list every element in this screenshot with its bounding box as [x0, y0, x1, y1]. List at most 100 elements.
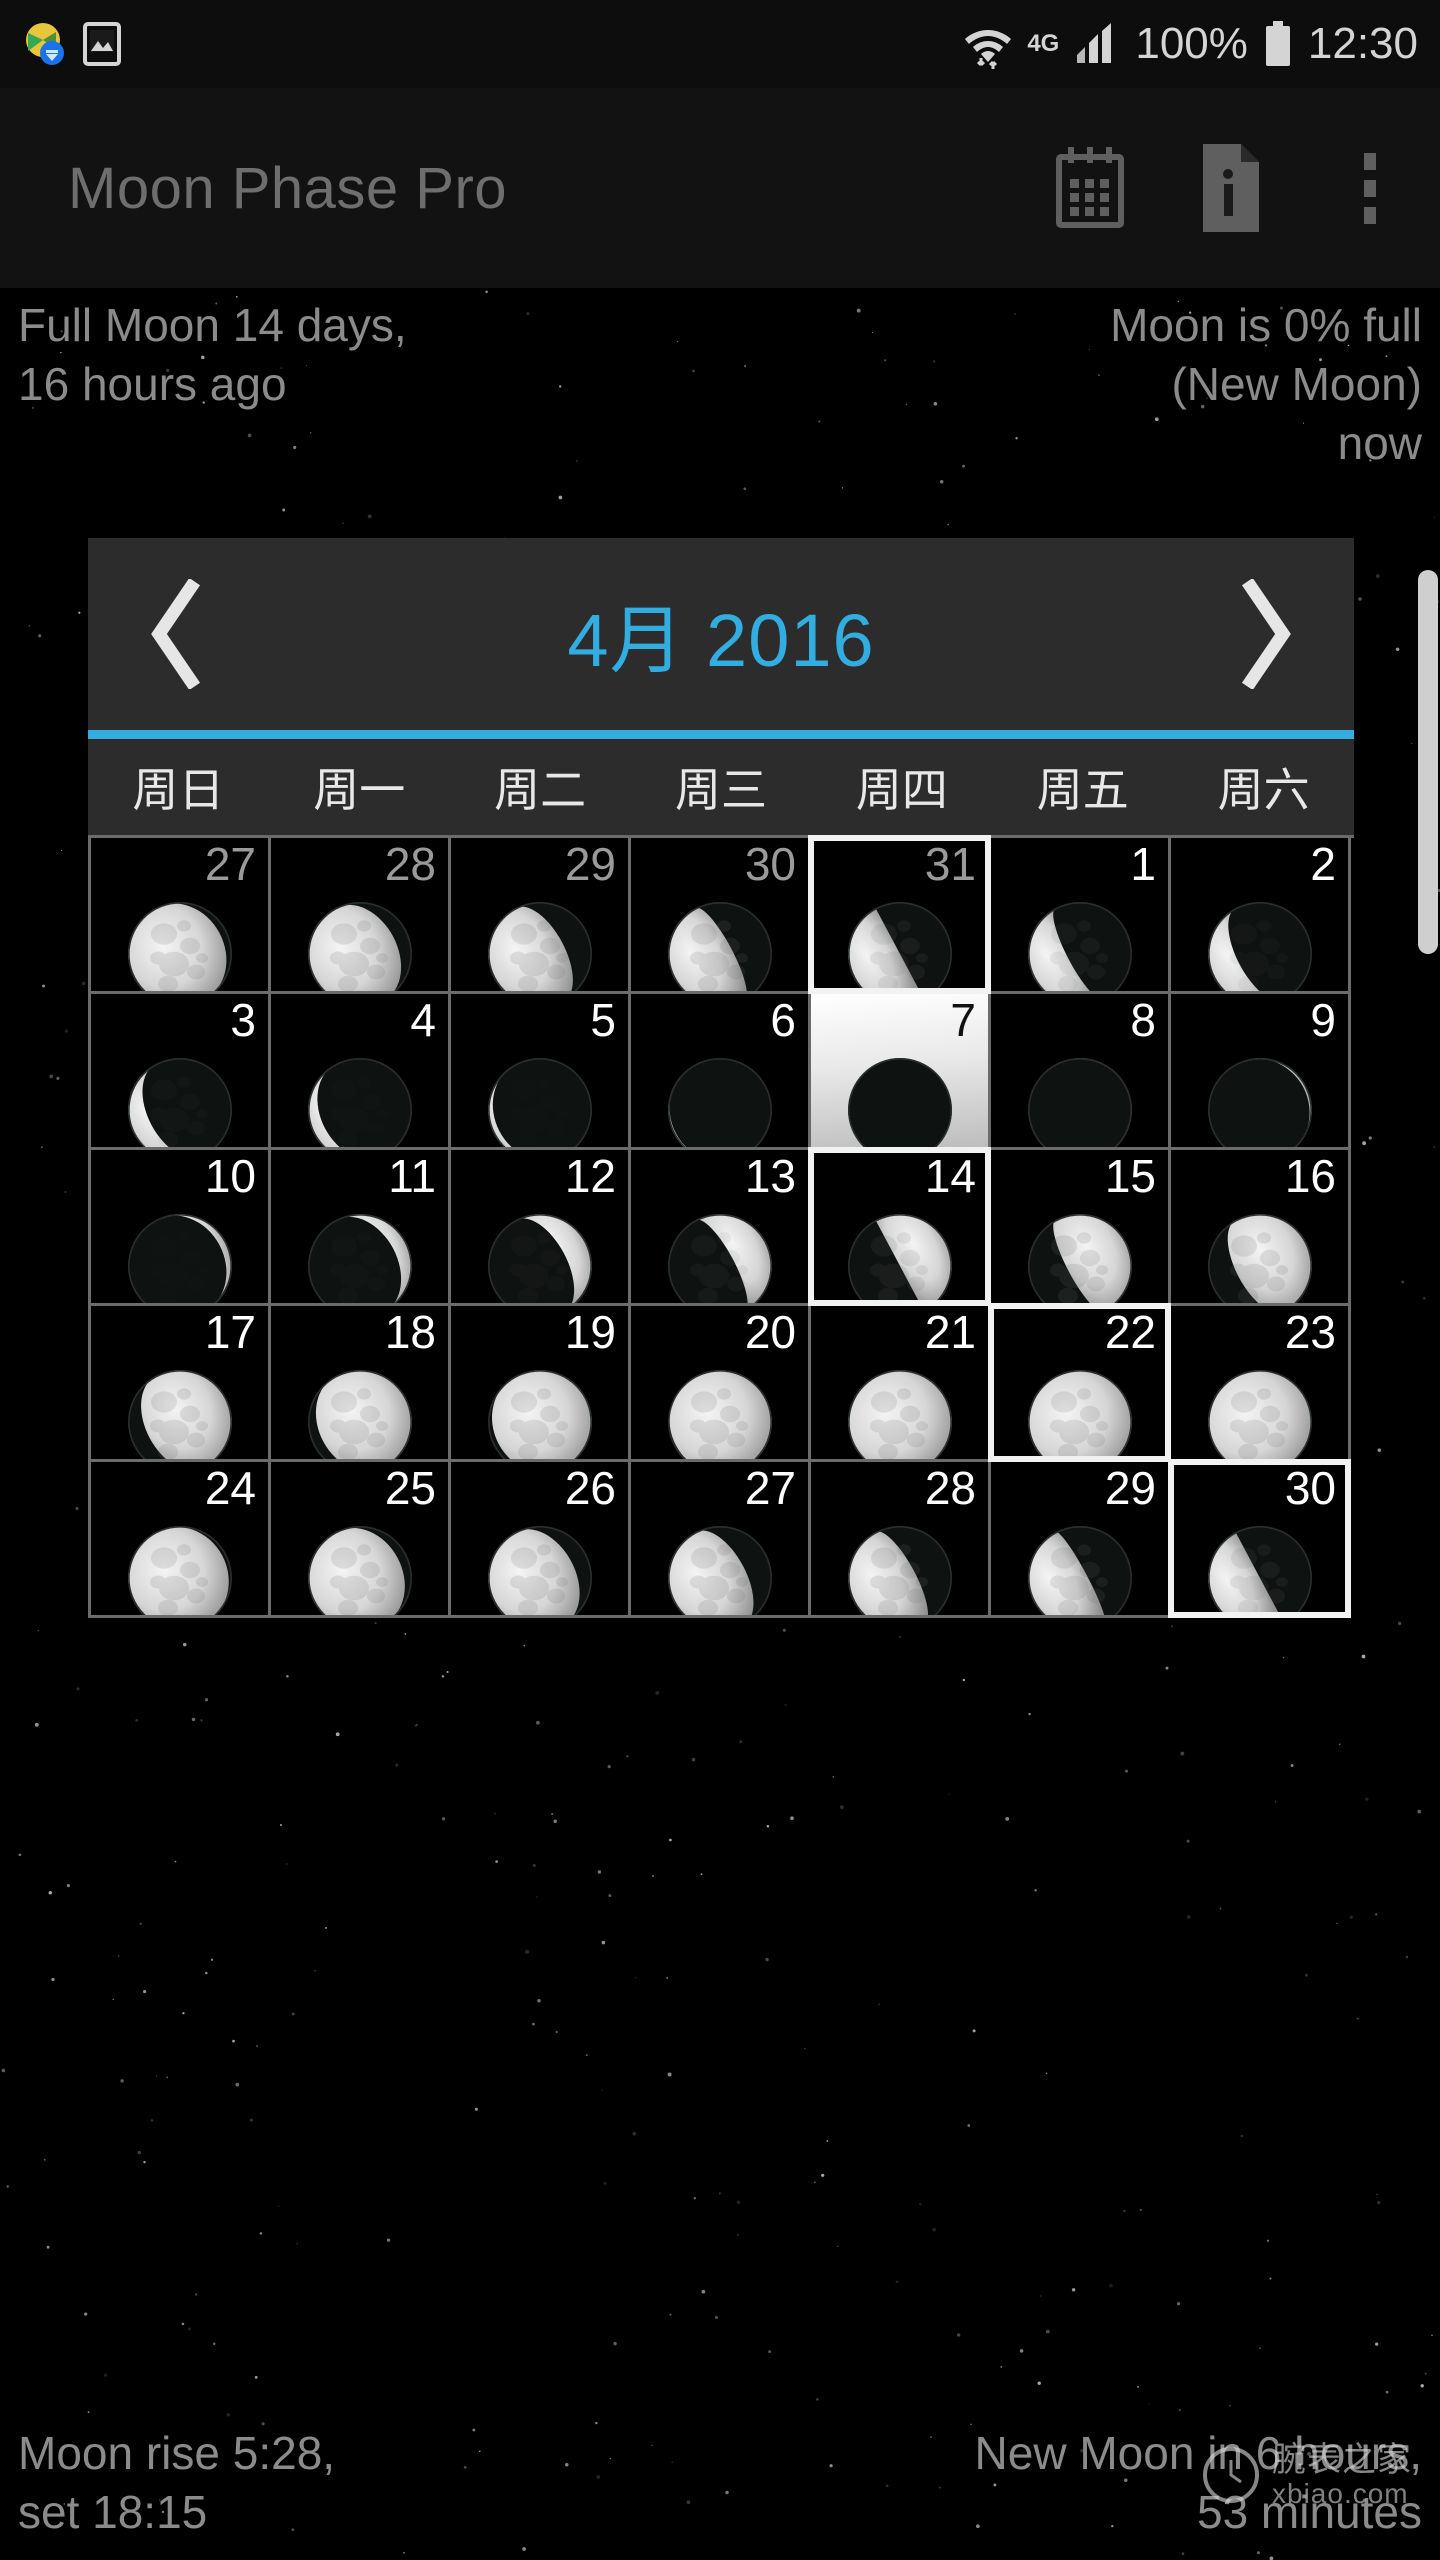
moon-phase-graphic	[1027, 1526, 1132, 1615]
moon-phase-icon	[844, 898, 956, 991]
day-number-label: 20	[744, 1306, 796, 1358]
moon-phase-icon	[1204, 1366, 1316, 1459]
calendar-day-cell[interactable]: 3	[91, 994, 271, 1150]
weekday-label-5: 周五	[1036, 764, 1129, 816]
day-cell-body: 23	[1171, 1306, 1348, 1459]
moon-phase-icon	[124, 1522, 236, 1615]
day-number-label: 1	[1130, 838, 1156, 890]
calendar-header: 4月 2016	[88, 538, 1354, 730]
calendar-day-cell[interactable]: 20	[631, 1306, 811, 1462]
calendar-day-cell[interactable]: 6	[631, 994, 811, 1150]
day-cell-body: 18	[271, 1306, 448, 1459]
calendar-day-cell[interactable]: 28	[271, 838, 451, 994]
calendar-day-cell[interactable]: 12	[451, 1150, 631, 1306]
calendar-day-cell[interactable]: 7	[811, 994, 991, 1150]
calendar-day-cell[interactable]: 11	[271, 1150, 451, 1306]
moon-phase-graphic	[1207, 1058, 1312, 1147]
weekday-label-3: 周三	[675, 764, 767, 816]
moon-phase-graphic	[1027, 902, 1132, 991]
day-number-label: 27	[744, 1462, 796, 1514]
calendar-day-cell[interactable]: 18	[271, 1306, 451, 1462]
calendar-day-cell[interactable]: 5	[451, 994, 631, 1150]
calendar-day-cell[interactable]: 17	[91, 1306, 271, 1462]
calendar-day-cell[interactable]: 27	[91, 838, 271, 994]
day-number-label: 6	[770, 994, 796, 1046]
day-number-label: 26	[564, 1462, 616, 1514]
day-number-label: 3	[230, 994, 256, 1046]
day-number-label: 31	[924, 838, 976, 890]
calendar-day-cell[interactable]: 24	[91, 1462, 271, 1618]
watermark-en-label: xbiao.com	[1272, 2477, 1409, 2509]
calendar-day-cell[interactable]: 9	[1171, 994, 1351, 1150]
calendar-day-cell[interactable]: 14	[808, 1147, 991, 1306]
day-cell-body: 27	[91, 838, 268, 991]
calendar-week-row: 3 4 5 6 7 8 9	[91, 994, 1354, 1150]
day-cell-body: 25	[271, 1462, 448, 1615]
scrollbar-thumb[interactable]	[1418, 570, 1438, 954]
app-title: Moon Phase Pro	[68, 155, 508, 221]
moon-phase-graphic	[127, 1526, 232, 1615]
moon-phase-icon	[664, 1054, 776, 1147]
calendar-day-cell[interactable]: 31	[808, 835, 991, 994]
calendar-day-cell[interactable]: 29	[451, 838, 631, 994]
watch-clock-icon	[1203, 2447, 1259, 2504]
moon-phase-graphic	[307, 902, 412, 991]
moon-phase-icon	[844, 1522, 956, 1615]
calendar-day-cell[interactable]: 23	[1171, 1306, 1351, 1462]
calendar-day-cell[interactable]: 28	[811, 1462, 991, 1618]
day-cell-body: 26	[451, 1462, 628, 1615]
calendar-day-cell[interactable]: 15	[991, 1150, 1171, 1306]
day-cell-body: 27	[631, 1462, 808, 1615]
calendar-day-cell[interactable]: 26	[451, 1462, 631, 1618]
day-cell-body: 1	[991, 838, 1168, 991]
calendar-icon	[1056, 147, 1124, 228]
calendar-day-cell[interactable]: 25	[271, 1462, 451, 1618]
calendar-day-cell[interactable]: 22	[988, 1303, 1171, 1462]
day-cell-body: 30	[631, 838, 808, 991]
day-number-label: 27	[204, 838, 256, 890]
calendar-day-cell[interactable]: 13	[631, 1150, 811, 1306]
moon-phase-graphic	[1207, 1526, 1312, 1615]
calendar-day-cell[interactable]: 30	[1168, 1459, 1351, 1618]
moon-rise-set-text: Moon rise 5:28, set 18:15	[18, 2427, 336, 2539]
calendar-day-cell[interactable]: 10	[91, 1150, 271, 1306]
day-cell-body: 24	[91, 1462, 268, 1615]
day-number-label: 23	[1284, 1306, 1336, 1358]
calendar-day-cell[interactable]: 29	[991, 1462, 1171, 1618]
next-month-button[interactable]	[1210, 564, 1320, 704]
moon-phase-icon	[844, 1366, 956, 1459]
calendar-day-cell[interactable]: 21	[811, 1306, 991, 1462]
day-cell-body: 14	[811, 1150, 988, 1303]
calendar-day-cell[interactable]: 2	[1171, 838, 1351, 994]
day-number-label: 5	[590, 994, 616, 1046]
day-number-label: 29	[1104, 1462, 1156, 1514]
calendar-day-grid: 27 28 29 30 31 1 2 3 4 5 6 7 8 9 10 11 12 13 14 15 16 17 18 19 2…	[88, 835, 1354, 1618]
moon-phase-graphic	[487, 1214, 592, 1303]
vertical-scrollbar[interactable]	[1418, 538, 1440, 2298]
gallery-image-icon	[83, 22, 121, 66]
day-number-label: 28	[924, 1462, 976, 1514]
moon-phase-graphic	[307, 1526, 412, 1615]
day-number-label: 17	[204, 1306, 256, 1358]
wifi-icon	[965, 30, 1012, 69]
calendar-day-cell[interactable]: 4	[271, 994, 451, 1150]
overflow-menu-button[interactable]	[1300, 88, 1440, 288]
day-number-label: 7	[950, 994, 976, 1046]
calendar-day-cell[interactable]: 16	[1171, 1150, 1351, 1306]
calendar-day-cell[interactable]: 1	[991, 838, 1171, 994]
calendar-day-cell[interactable]: 30	[631, 838, 811, 994]
top-info-strip: Full Moon 14 days, 16 hours ago Moon is …	[0, 288, 1440, 518]
info-button[interactable]	[1160, 88, 1300, 288]
calendar-day-cell[interactable]: 27	[631, 1462, 811, 1618]
calendar-day-cell[interactable]: 8	[991, 994, 1171, 1150]
moon-phase-graphic	[1027, 1058, 1132, 1147]
calendar-day-cell[interactable]: 19	[451, 1306, 631, 1462]
day-number-label: 30	[1284, 1462, 1336, 1514]
day-number-label: 11	[388, 1150, 436, 1202]
day-number-label: 14	[924, 1150, 976, 1202]
previous-month-button[interactable]	[122, 564, 232, 704]
calendar-button[interactable]	[1020, 88, 1160, 288]
moon-phase-graphic	[487, 1058, 592, 1147]
network-type-label: 4G	[1027, 30, 1060, 57]
day-number-label: 9	[1310, 994, 1336, 1046]
